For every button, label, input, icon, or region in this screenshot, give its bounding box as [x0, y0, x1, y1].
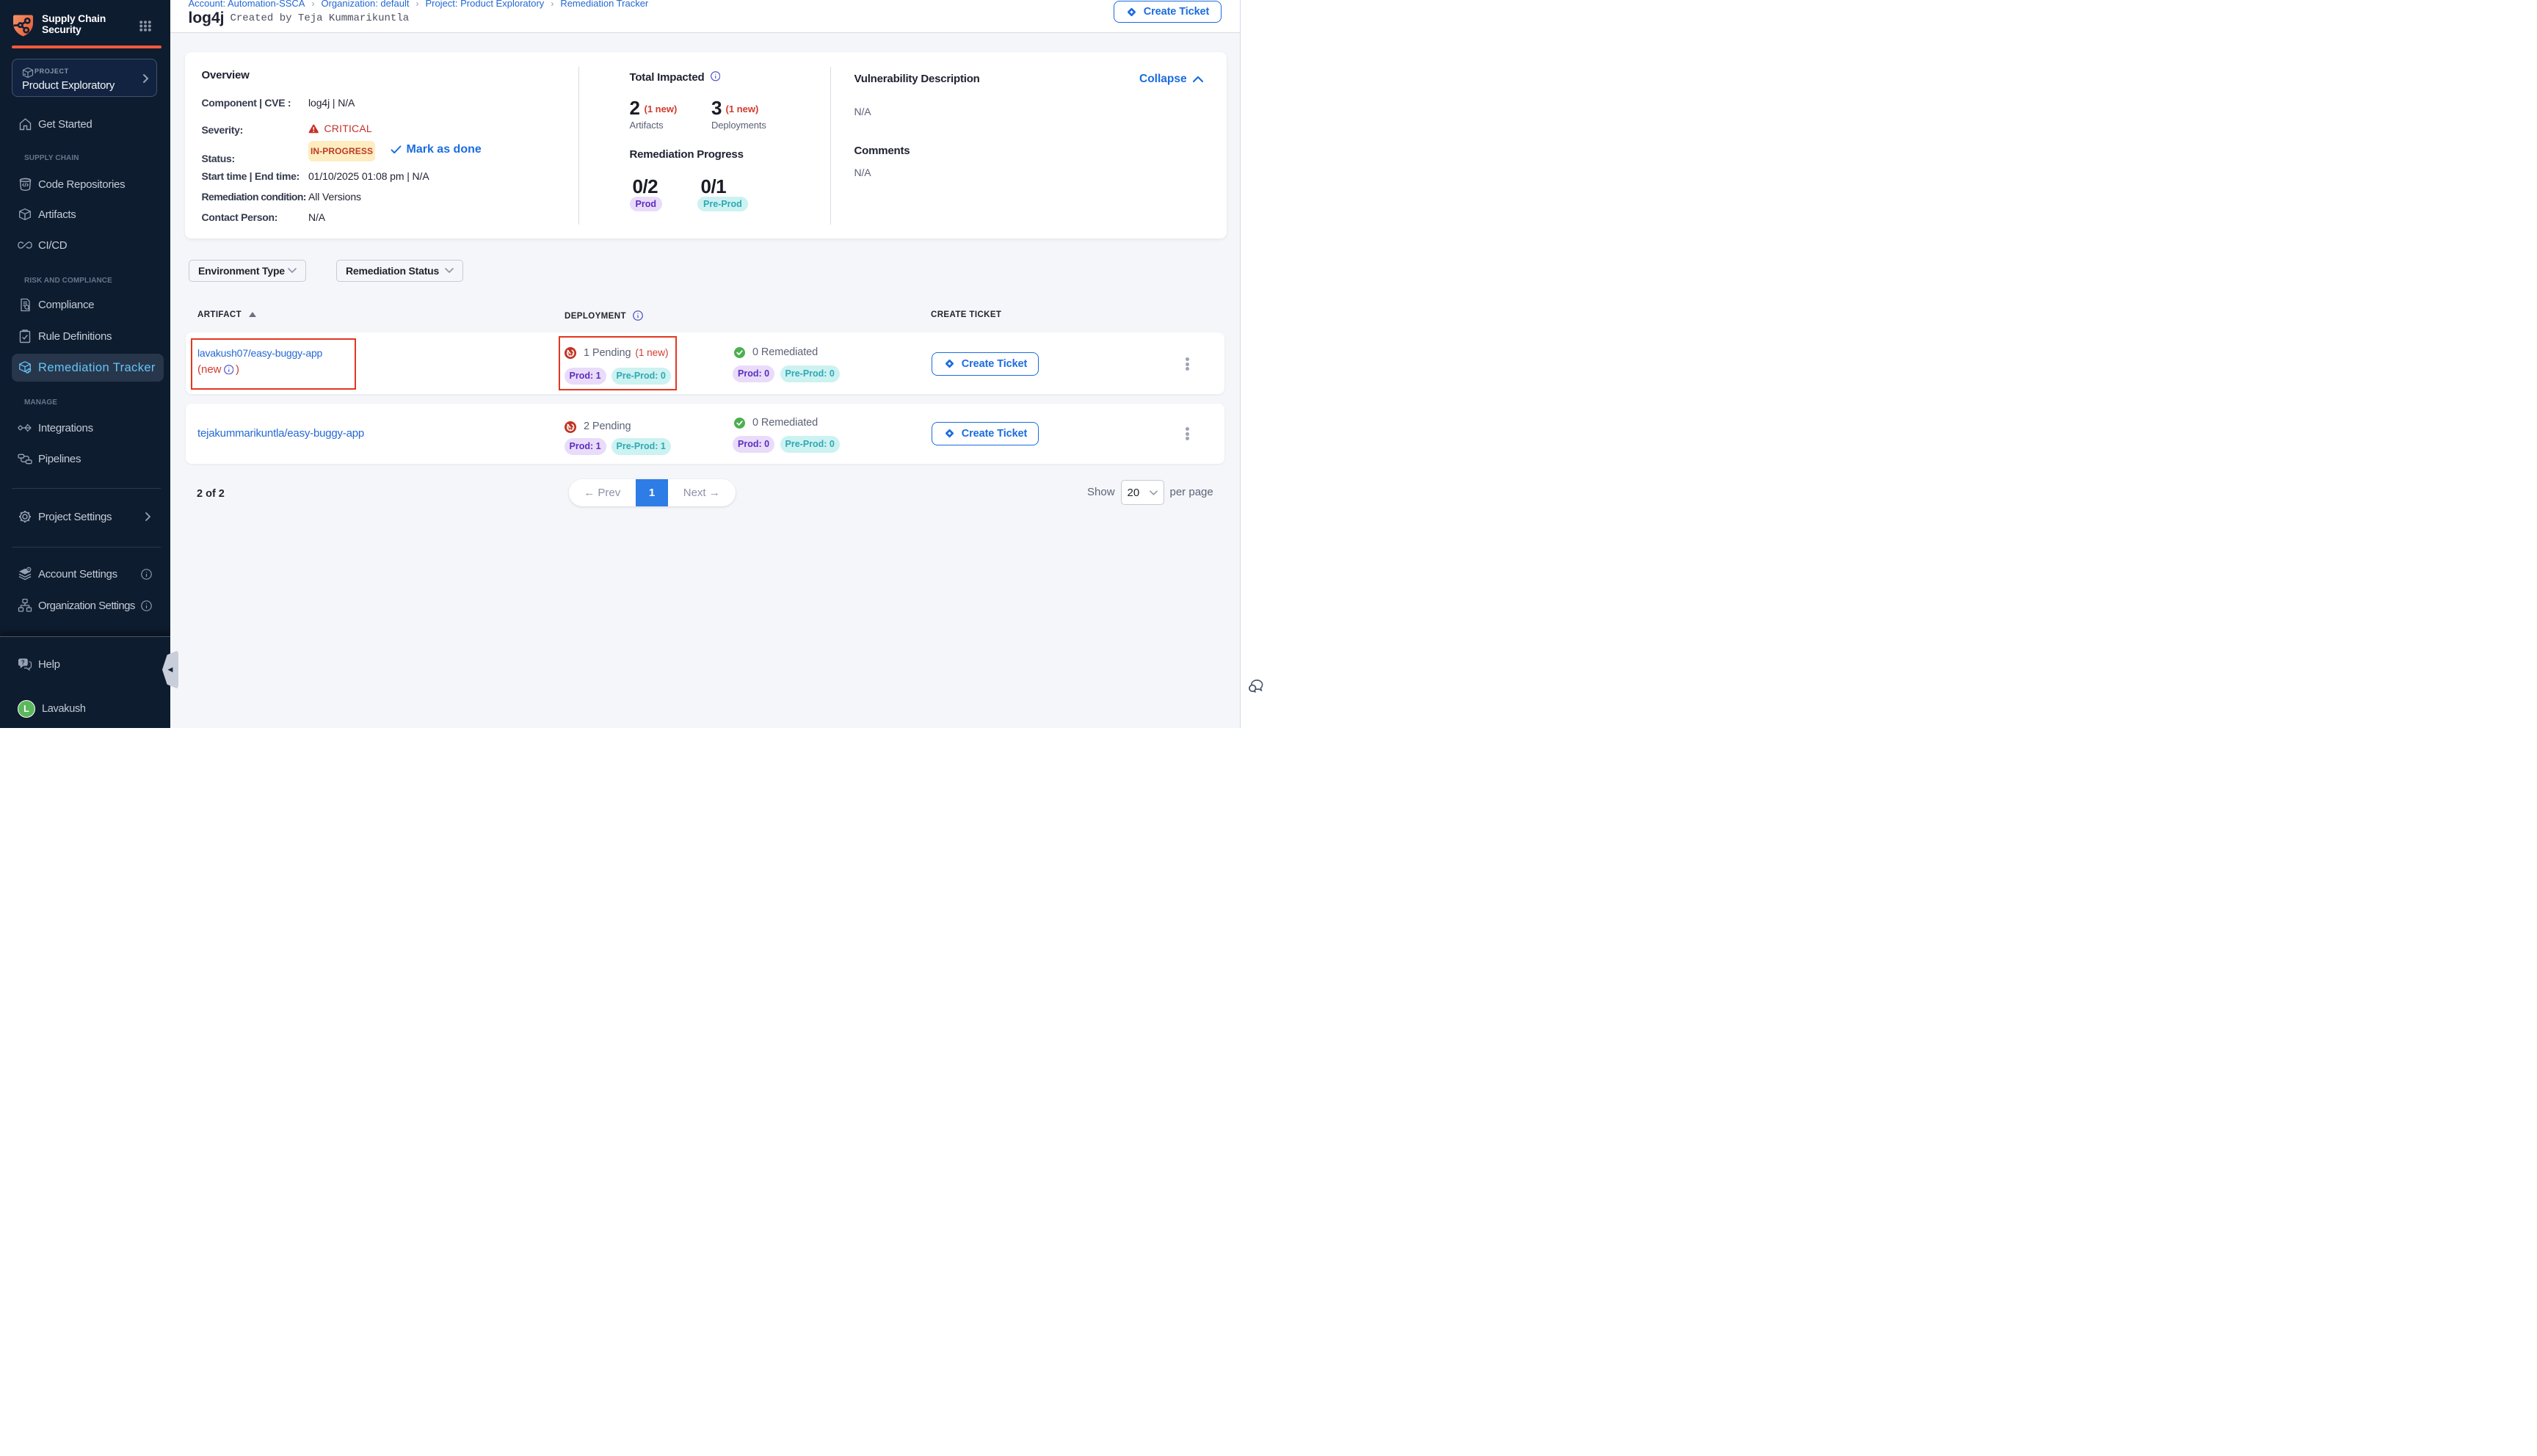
svg-text:?: ?	[21, 659, 25, 666]
